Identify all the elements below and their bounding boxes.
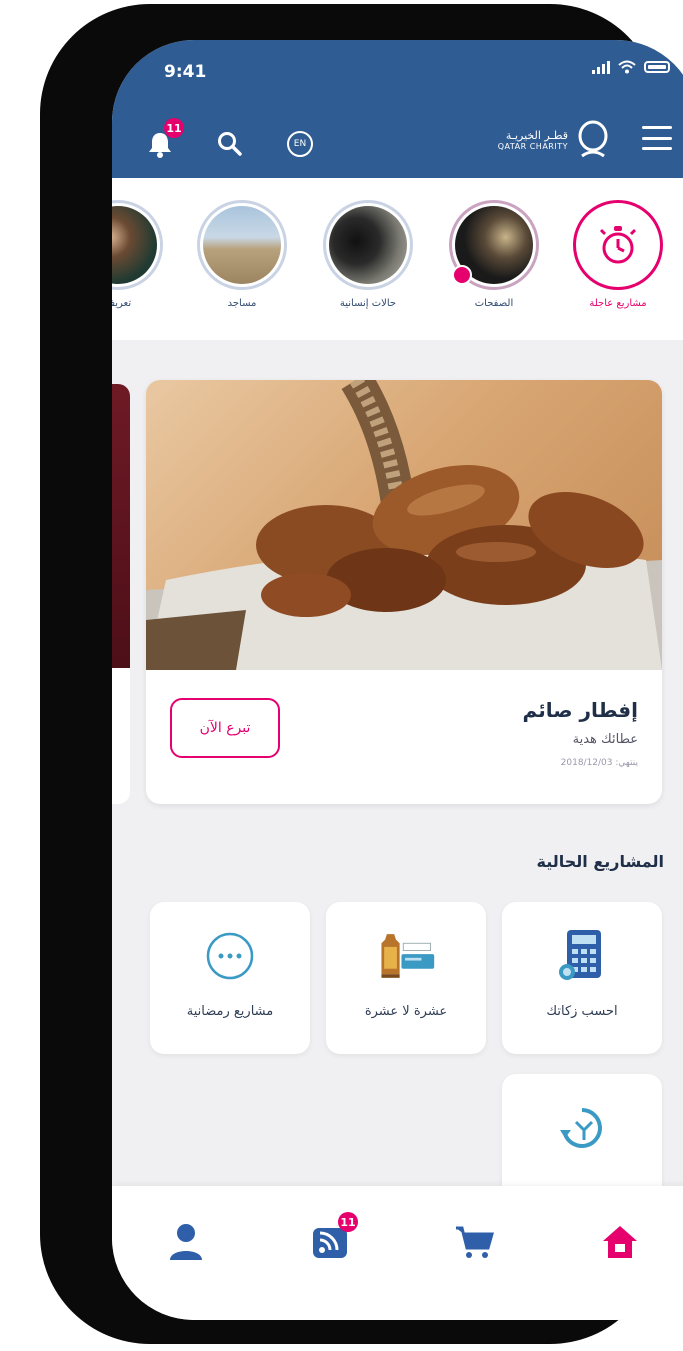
more-dots-icon	[200, 928, 260, 984]
story-intro[interactable]: تعريف	[112, 200, 168, 309]
story-ring	[112, 200, 163, 290]
humanitarian-photo	[329, 206, 407, 284]
logo-mark-icon	[578, 120, 608, 158]
tile-label: عشرة لا عشرة	[364, 1004, 448, 1019]
dates-illustration	[146, 380, 662, 670]
nav-home[interactable]	[598, 1220, 642, 1264]
donate-now-button[interactable]: تبرع الآن	[170, 698, 280, 758]
live-indicator	[452, 265, 472, 285]
menu-button[interactable]	[642, 126, 672, 150]
dates-photo	[146, 380, 662, 670]
story-ring	[449, 200, 539, 290]
search-button[interactable]	[210, 124, 250, 164]
featured-project-card[interactable]: إفطار صائم عطائك هدية ينتهي: 2018/12/03 …	[146, 380, 662, 804]
qatar-charity-logo: قطـر الخيريـة QATAR CHARITY	[498, 120, 610, 160]
nav-profile[interactable]	[164, 1220, 208, 1264]
story-label: مساجد	[227, 298, 257, 309]
cart-icon	[456, 1226, 494, 1258]
app-screen: 9:41 11 EN قطـر الخيريـة QATAR CHARITY م…	[112, 40, 683, 1320]
story-label: تعريف	[112, 298, 132, 309]
recurring-donation-icon	[552, 1100, 612, 1156]
previous-card-photo	[112, 384, 130, 668]
menu-icon	[642, 126, 672, 129]
calculator-icon	[552, 928, 612, 984]
tile-label: احسب زكاتك	[546, 1004, 618, 1019]
zakat-calculator-tile[interactable]: احسب زكاتك	[502, 902, 662, 1054]
status-time: 9:41	[164, 62, 207, 82]
search-icon	[218, 132, 242, 156]
app-header: 9:41 11 EN قطـر الخيريـة QATAR CHARITY	[112, 40, 683, 178]
current-projects-title: المشاريع الحالية	[536, 852, 665, 871]
signal-icon	[592, 60, 610, 74]
story-mosques[interactable]: مساجد	[192, 200, 292, 309]
card-title: إفطار صائم	[522, 698, 638, 722]
nav-news[interactable]: 11	[308, 1212, 358, 1264]
previous-card-peek[interactable]	[112, 384, 130, 804]
story-humanitarian-cases[interactable]: حالات إنسانية	[318, 200, 418, 309]
card-date: ينتهي: 2018/12/03	[560, 758, 638, 768]
story-label: الصفحات	[474, 298, 514, 309]
language-button[interactable]: EN	[280, 124, 320, 164]
logo-text: قطـر الخيريـة QATAR CHARITY	[498, 129, 568, 151]
notifications-badge: 11	[164, 118, 184, 138]
card-subtitle: عطائك هدية	[572, 732, 638, 747]
news-badge: 11	[338, 1212, 358, 1232]
battery-icon	[644, 61, 670, 73]
wifi-icon	[618, 60, 636, 74]
logo-arabic: قطـر الخيريـة	[505, 129, 568, 142]
story-ring	[573, 200, 663, 290]
stories-strip: مشاريع عاجلة الصفحات حالات إنسانية مساجد…	[112, 178, 683, 340]
alarm-clock-icon	[599, 226, 637, 264]
logo-english: QATAR CHARITY	[497, 142, 568, 151]
story-ring	[197, 200, 287, 290]
intro-photo	[112, 206, 157, 284]
ramadan-lantern-icon	[376, 928, 436, 984]
language-label: EN	[287, 131, 313, 157]
header-actions: 11 EN	[140, 118, 320, 164]
profile-icon	[170, 1224, 202, 1260]
recurring-donation-tile[interactable]	[502, 1074, 662, 1204]
notifications-button[interactable]: 11	[140, 118, 184, 164]
nav-cart[interactable]	[452, 1220, 496, 1264]
home-icon	[603, 1226, 637, 1258]
story-ring	[323, 200, 413, 290]
ashra-tile[interactable]: عشرة لا عشرة	[326, 902, 486, 1054]
status-icons	[592, 60, 670, 74]
bottom-navigation: 11	[112, 1186, 683, 1320]
tile-label: مشاريع رمضانية	[186, 1004, 274, 1019]
ramadan-projects-tile[interactable]: مشاريع رمضانية	[150, 902, 310, 1054]
mosque-photo	[203, 206, 281, 284]
story-label: حالات إنسانية	[339, 298, 397, 309]
phone-frame: 9:41 11 EN قطـر الخيريـة QATAR CHARITY م…	[40, 4, 683, 1344]
story-label: مشاريع عاجلة	[589, 298, 647, 309]
story-urgent-projects[interactable]: مشاريع عاجلة	[568, 200, 668, 309]
story-pages[interactable]: الصفحات	[444, 200, 544, 309]
